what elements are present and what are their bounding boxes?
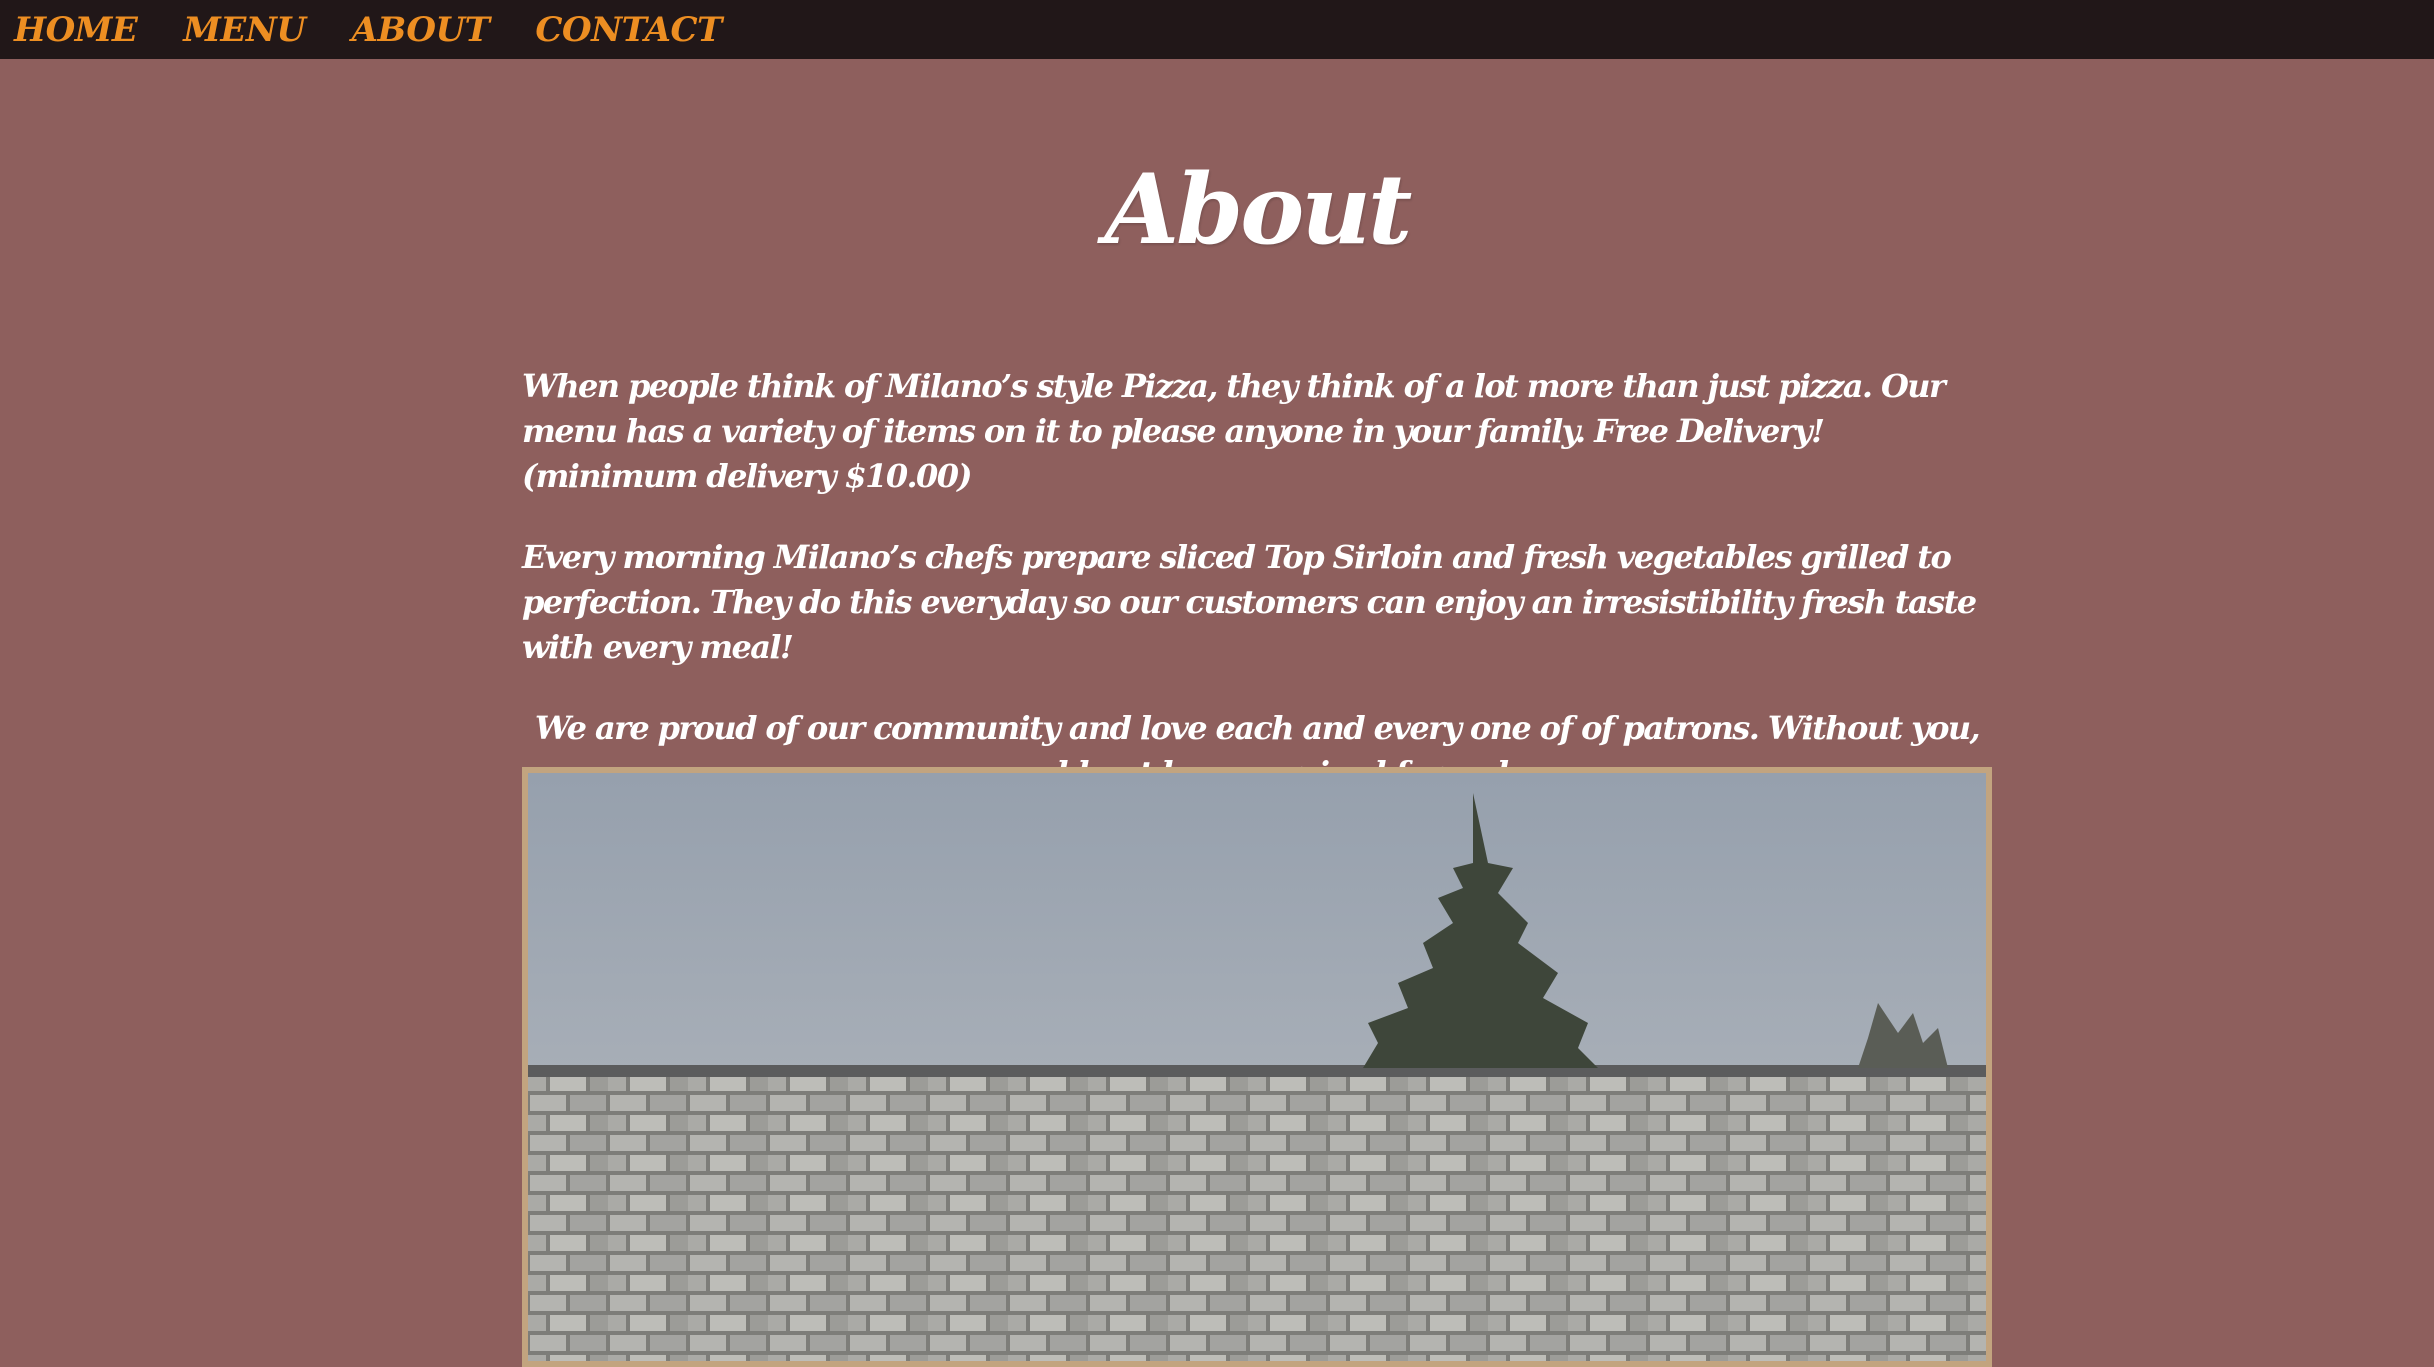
page-title: About	[1104, 153, 1413, 266]
about-paragraph-intro: When people think of Milano’s style Pizz…	[522, 367, 1946, 495]
about-content: When people think of Milano’s style Pizz…	[522, 364, 1992, 832]
nav-about-link[interactable]: ABOUT	[352, 10, 490, 50]
restaurant-photo	[522, 767, 1992, 1367]
about-paragraph-chefs: Every morning Milano’s chefs prepare sli…	[522, 538, 1977, 666]
top-nav: HOME MENU ABOUT CONTACT	[0, 0, 2434, 59]
nav-contact-link[interactable]: CONTACT	[535, 10, 722, 50]
restaurant-roof-photo	[528, 773, 1986, 1361]
nav-menu-link[interactable]: MENU	[183, 10, 306, 50]
nav-home-link[interactable]: HOME	[14, 10, 138, 50]
